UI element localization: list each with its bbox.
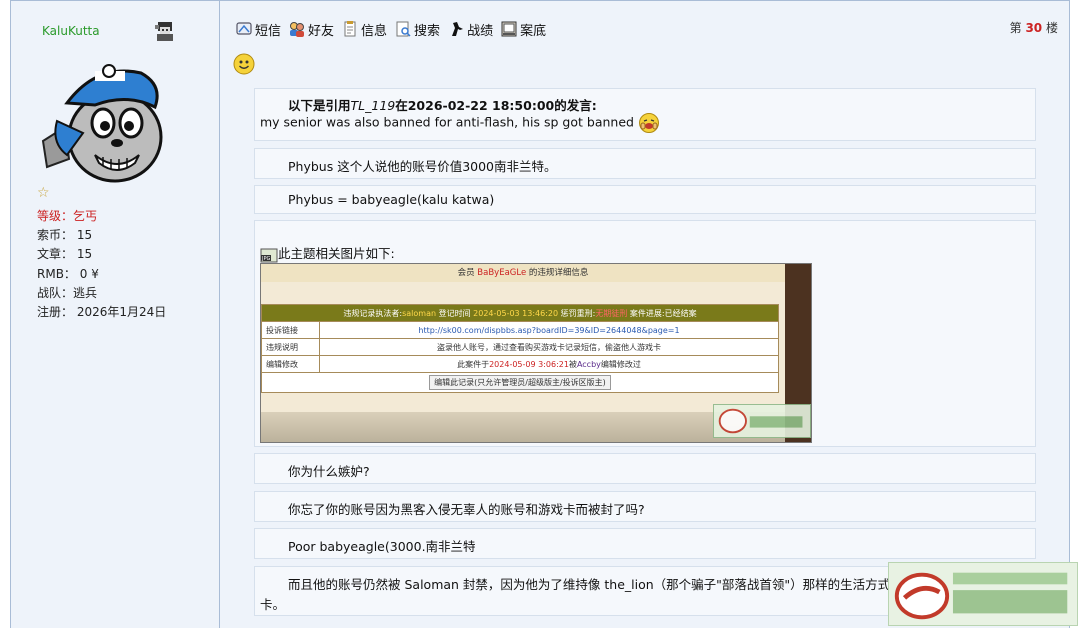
message-icon	[236, 22, 252, 35]
search-button[interactable]: 搜索	[394, 20, 440, 39]
post-paragraph: 你忘了你的账号因为黑客入侵无辜人的账号和游戏卡而被封了吗?	[254, 491, 1036, 522]
record-title-user: BaBy​EaGLe	[477, 268, 527, 278]
paragraph-text-continued: 卡。	[260, 597, 286, 612]
paragraph-text: Poor babyeagle(3000.南非兰特	[288, 539, 476, 554]
paragraph-text: 你为什么嫉妒?	[288, 464, 370, 479]
record-header-row: 违规记录执法者:saloman 登记时间 2024-05-03 13:46:20…	[261, 304, 779, 322]
file-icon	[501, 21, 517, 37]
quote-time: 在2026-02-22 18:50:00的发言:	[395, 98, 597, 113]
quote-user[interactable]: TL_119	[351, 98, 396, 113]
friends-icon	[290, 22, 305, 37]
record-button[interactable]: 战绩	[447, 20, 493, 39]
file-label: 案底	[520, 23, 547, 39]
user-panel: KaluKutta ☆ 等级：乞丐 索币： 15 文章： 15 RMB： 0 ¥…	[11, 1, 220, 628]
edit-user: Accby	[576, 359, 601, 369]
user-team: 战队：逃兵	[37, 285, 98, 300]
floor-suffix: 楼	[1045, 21, 1058, 35]
post-content: 短信 好友 信息 搜索 战绩 案底 第 30 楼 以下是引用TL_119在202…	[221, 1, 1069, 628]
quote-text: my senior was also banned for anti-flash…	[260, 114, 634, 130]
record-icon	[452, 22, 464, 36]
enforcer-name: saloman	[402, 308, 437, 318]
edit-prefix: 此案件于	[457, 359, 490, 369]
user-posts: 文章： 15	[37, 247, 93, 262]
message-button[interactable]: 短信	[235, 20, 281, 39]
penalty-value: 无期徒刑	[595, 308, 628, 318]
quote-prefix: 以下是引用	[288, 98, 351, 113]
avatar	[37, 63, 169, 183]
floor-value: 30	[1025, 21, 1043, 35]
info-icon	[344, 21, 356, 37]
record-row: 编辑此记录(只允许管理员/超级版主/投诉区版主)	[261, 372, 779, 393]
friends-label: 好友	[308, 23, 335, 39]
site-watermark-logo	[713, 404, 811, 438]
username[interactable]: KaluKutta	[42, 24, 100, 38]
rank-star-icon: ☆	[37, 185, 50, 201]
violation-label: 违规说明	[261, 338, 320, 356]
corner-site-logo	[888, 562, 1078, 626]
message-label: 短信	[255, 23, 282, 39]
attachment-label-row: JPG 此主题相关图片如下:	[260, 243, 395, 264]
record-time: 2024-05-03 13:46:20	[473, 308, 559, 318]
quote-block: 以下是引用TL_119在2026-02-22 18:50:00的发言: my s…	[254, 88, 1036, 141]
record-table: 违规记录执法者:saloman 登记时间 2024-05-03 13:46:20…	[261, 304, 779, 393]
paragraph-text: Phybus = babyeagle(kalu katwa)	[288, 192, 495, 207]
attachment-image[interactable]: 会员 BaBy​EaGLe 的违规详细信息 违规记录执法者:saloman 登记…	[260, 263, 812, 443]
image-bottom-bar	[261, 412, 785, 442]
smile-emoticon-icon	[233, 53, 255, 75]
violation-description: 盗录他人账号，通过查看购买游戏卡记录短信，偷盗他人游戏卡	[319, 338, 779, 356]
edit-record-button[interactable]: 编辑此记录(只允许管理员/超级版主/投诉区版主)	[429, 375, 611, 390]
attachment-label: 此主题相关图片如下:	[278, 246, 395, 261]
record-row: 违规说明 盗录他人账号，通过查看购买游戏卡记录短信，偷盗他人游戏卡	[261, 338, 779, 356]
violation-record: 会员 BaBy​EaGLe 的违规详细信息 违规记录执法者:saloman 登记…	[261, 264, 785, 434]
time-label: 登记时间	[436, 308, 474, 318]
edit-button-cell: 编辑此记录(只允许管理员/超级版主/投诉区版主)	[261, 372, 779, 393]
record-label: 战绩	[467, 23, 494, 39]
file-button[interactable]: 案底	[500, 20, 546, 39]
svg-text:JPG: JPG	[261, 256, 270, 262]
search-icon	[396, 21, 411, 37]
post-toolbar: 短信 好友 信息 搜索 战绩 案底	[235, 18, 546, 40]
penalty-label: 惩罚重刑:	[558, 308, 596, 318]
edit-by: 被	[568, 359, 577, 369]
complaint-link[interactable]: http://sk00.com/dispbbs.asp?boardID=39&I…	[319, 321, 779, 339]
edit-date: 2024-05-09 3:06:21	[489, 359, 569, 369]
record-row: 投诉链接 http://sk00.com/dispbbs.asp?boardID…	[261, 321, 779, 339]
record-title-suffix: 的违规详细信息	[528, 268, 589, 278]
record-title: 会员 BaBy​EaGLe 的违规详细信息	[261, 264, 785, 282]
paragraph-text: Phybus 这个人说他的账号价值3000南非兰特。	[288, 159, 557, 174]
quote-body: my senior was also banned for anti-flash…	[260, 112, 660, 134]
post-paragraph: Phybus = babyeagle(kalu katwa)	[254, 185, 1036, 214]
paragraph-text: 你忘了你的账号因为黑客入侵无辜人的账号和游戏卡而被封了吗?	[288, 502, 645, 517]
floor-number: 第 30 楼	[1010, 19, 1058, 36]
post-paragraph: Poor babyeagle(3000.南非兰特	[254, 528, 1036, 559]
user-rmb: RMB： 0 ¥	[37, 266, 99, 281]
info-label: 信息	[361, 23, 388, 39]
user-registered: 注册： 2026年1月24日	[37, 305, 167, 320]
edit-info: 此案件于2024-05-09 3:06:21被Accby编辑修改过	[319, 355, 779, 373]
user-coins: 索币： 15	[37, 228, 93, 243]
search-label: 搜索	[414, 23, 441, 39]
post-paragraph: Phybus 这个人说他的账号价值3000南非兰特。	[254, 148, 1036, 179]
floor-prefix: 第	[1009, 21, 1022, 35]
online-status-icon	[155, 22, 173, 41]
jpg-file-icon: JPG	[260, 248, 278, 262]
record-title-prefix: 会员	[457, 268, 475, 278]
user-info: 等级：乞丐 索币： 15 文章： 15 RMB： 0 ¥ 战队：逃兵 注册： 2…	[37, 207, 166, 322]
friends-button[interactable]: 好友	[288, 20, 334, 39]
edit-suffix: 编辑修改过	[600, 359, 641, 369]
laugh-emoticon-icon	[638, 113, 659, 133]
complaint-link-label: 投诉链接	[261, 321, 320, 339]
edit-label: 编辑修改	[261, 355, 320, 373]
record-header: 违规记录执法者:saloman 登记时间 2024-05-03 13:46:20…	[261, 304, 779, 322]
enforcer-label: 违规记录执法者:	[343, 308, 403, 318]
record-row: 编辑修改 此案件于2024-05-09 3:06:21被Accby编辑修改过	[261, 355, 779, 373]
case-status: 案件进展:已经结案	[627, 308, 697, 318]
info-button[interactable]: 信息	[341, 20, 387, 39]
user-rank: 等级：乞丐	[37, 209, 98, 223]
attachment-block: JPG 此主题相关图片如下: 会员 BaBy​EaGLe 的违规详细信息 违规记录…	[254, 220, 1036, 447]
post-paragraph: 你为什么嫉妒?	[254, 453, 1036, 484]
